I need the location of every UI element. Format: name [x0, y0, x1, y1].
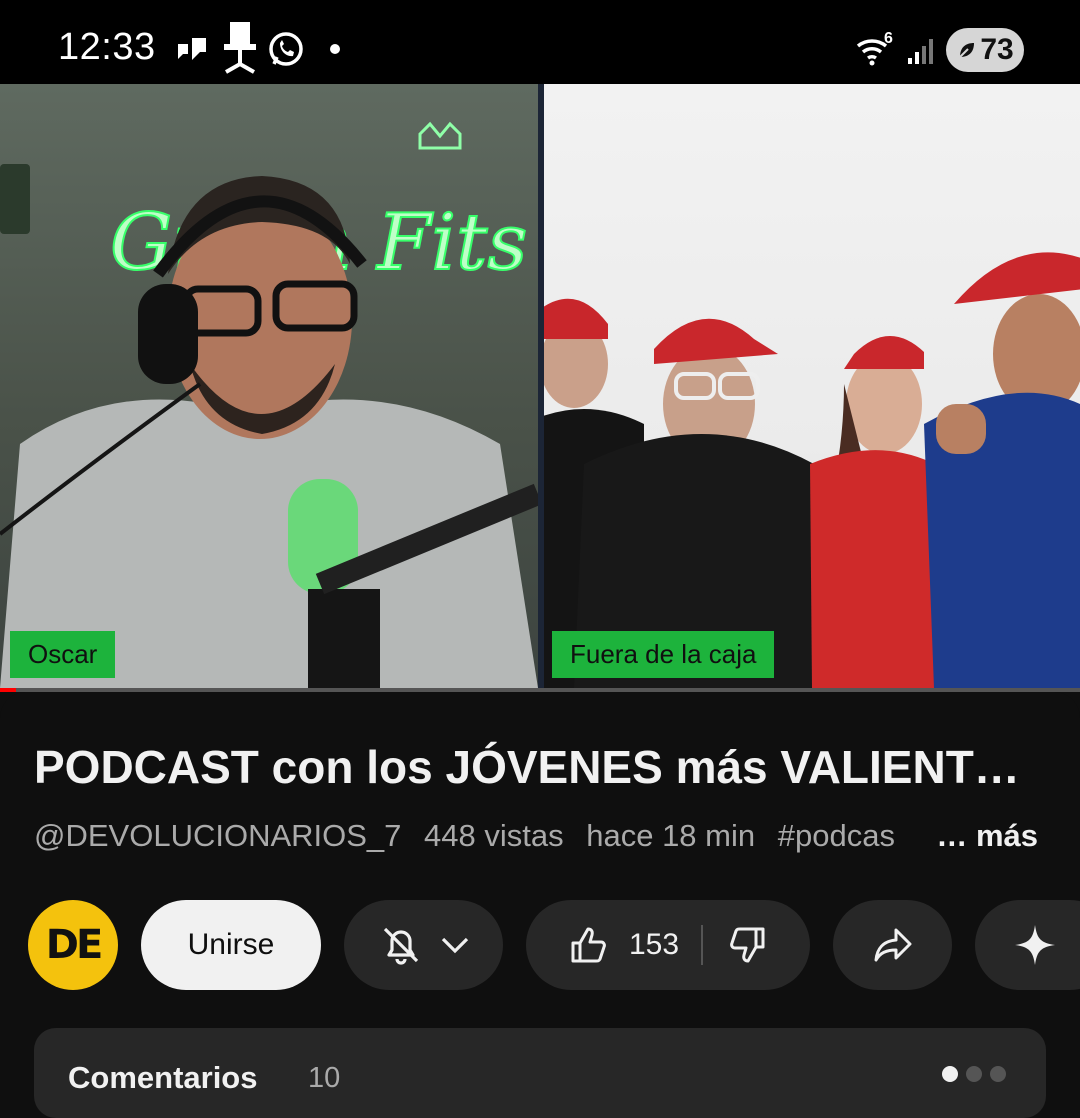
comments-count: 10 — [308, 1062, 341, 1094]
bell-off-icon — [383, 927, 418, 965]
guests-video-frame — [544, 252, 1080, 688]
video-title[interactable]: PODCAST con los JÓVENES más VALIENT… — [34, 740, 1044, 794]
video-meta[interactable]: @DEVOLUCIONARIOS_7 448 vistas hace 18 mi… — [34, 818, 909, 854]
comments-label: Comentarios — [68, 1060, 258, 1095]
network-badge: 6 — [884, 30, 893, 47]
sparkle-icon — [1015, 925, 1055, 965]
battery-level: 73 — [980, 33, 1014, 66]
ask-ai-button[interactable] — [975, 900, 1080, 990]
more-description-button[interactable]: … más — [892, 818, 1038, 854]
video-progress-fill — [0, 688, 17, 692]
like-divider — [701, 925, 704, 965]
like-count: 153 — [628, 928, 680, 961]
channel-handle[interactable]: @DEVOLUCIONARIOS_7 — [34, 818, 401, 853]
subscription-bell-button[interactable] — [344, 900, 503, 990]
upload-time: hace 18 min — [586, 818, 756, 853]
thumbs-up-icon[interactable] — [567, 923, 611, 967]
video-pane-guests: Fuera de la caja — [544, 84, 1080, 688]
whatsapp-icon — [269, 32, 303, 66]
participant-tag-left: Oscar — [10, 631, 116, 678]
chevron-down-icon — [441, 937, 468, 954]
battery-icon — [959, 43, 975, 58]
status-bar: 12:33 6 73 — [0, 0, 1080, 84]
share-icon — [874, 928, 911, 962]
view-count: 448 vistas — [424, 818, 564, 853]
join-button[interactable]: Unirse — [141, 900, 321, 990]
like-dislike-group: 153 — [526, 900, 810, 990]
participant-tag-right: Fuera de la caja — [552, 631, 775, 678]
share-button[interactable] — [833, 900, 952, 990]
signal-icon — [908, 39, 933, 64]
status-time: 12:33 — [58, 26, 156, 68]
comments-panel[interactable]: Comentarios 10 — [34, 1028, 1046, 1118]
thumbs-down-icon[interactable] — [725, 923, 769, 967]
channel-avatar[interactable]: DE — [28, 900, 118, 990]
video-player[interactable]: Green Fits Oscar — [0, 84, 1080, 692]
hashtag-link[interactable]: #podcas — [778, 818, 895, 853]
message-icon — [178, 38, 206, 60]
video-pane-oscar: Green Fits Oscar — [0, 84, 538, 688]
notification-dot-icon — [330, 44, 340, 54]
host-video-frame: Green Fits — [0, 121, 538, 688]
battery-indicator: 73 — [946, 28, 1024, 72]
tie-icon — [224, 22, 256, 74]
